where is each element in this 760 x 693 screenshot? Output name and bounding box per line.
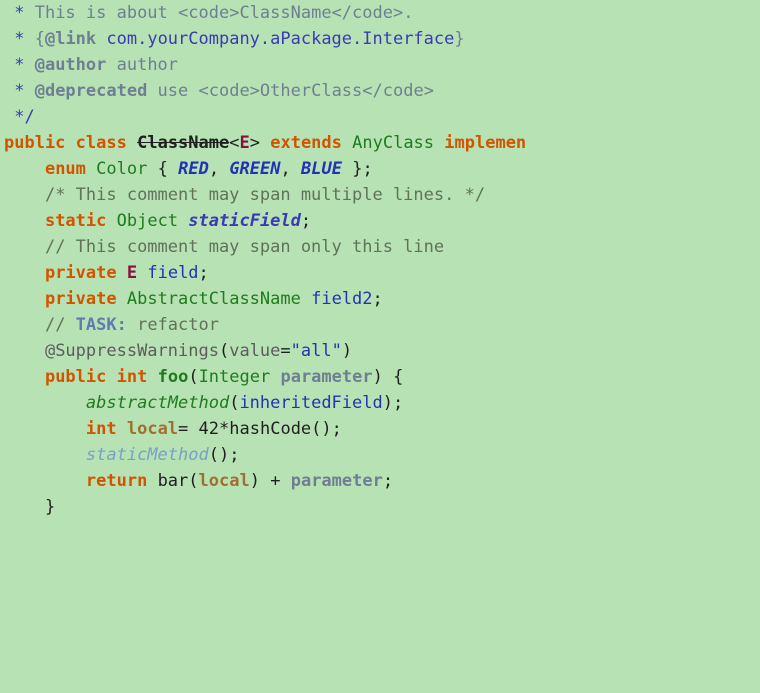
annotation: @SuppressWarnings — [45, 341, 219, 361]
param-type: Integer — [199, 367, 271, 387]
brace-close: } — [45, 497, 55, 517]
task-rest: refactor — [127, 315, 219, 335]
paren-close: ) — [383, 393, 393, 413]
brace-open: { — [393, 367, 403, 387]
brace-open: { — [158, 159, 168, 179]
annotation-key: value — [229, 341, 280, 361]
paren-open: ( — [229, 393, 239, 413]
hashcode-call: hashCode — [229, 419, 311, 439]
enum-const-blue: BLUE — [301, 159, 342, 179]
comma: , — [209, 159, 219, 179]
javadoc-star: * — [4, 107, 24, 127]
kw-int: int — [86, 419, 117, 439]
parens: () — [209, 445, 229, 465]
task-comment-prefix: // — [45, 315, 76, 335]
javadoc-code-close: </code> — [362, 81, 434, 101]
paren-close: ) — [373, 367, 383, 387]
type-object: Object — [117, 211, 178, 231]
superclass: AnyClass — [352, 133, 434, 153]
javadoc-brace: { — [35, 29, 45, 49]
javadoc-deprecated-pre: use — [147, 81, 198, 101]
static-field: staticField — [188, 211, 301, 231]
kw-return: return — [86, 471, 147, 491]
semicolon: ; — [373, 289, 383, 309]
type-param-E: E — [127, 263, 137, 283]
enum-const-red: RED — [178, 159, 209, 179]
return-type: int — [117, 367, 148, 387]
line-comment: // This comment may span only this line — [45, 237, 444, 257]
semicolon: ; — [362, 159, 372, 179]
semicolon: ; — [383, 471, 393, 491]
kw-extends: extends — [270, 133, 342, 153]
block-comment: /* This comment may span multiple lines.… — [45, 185, 485, 205]
class-name-deprecated: ClassName — [137, 133, 229, 153]
javadoc-otherclass: OtherClass — [260, 81, 362, 101]
javadoc-link-target: com.yourCompany.aPackage.Interface — [96, 29, 454, 49]
kw-public: public — [4, 133, 65, 153]
field-name: field2 — [311, 289, 372, 309]
semicolon: ; — [229, 445, 239, 465]
semicolon: ; — [301, 211, 311, 231]
task-tag: TASK: — [76, 315, 127, 335]
plus: + — [270, 471, 280, 491]
javadoc-star: * — [4, 3, 35, 23]
kw-implements: implemen — [444, 133, 526, 153]
static-method-call: staticMethod — [86, 445, 209, 465]
kw-public: public — [45, 367, 106, 387]
type-param: E — [239, 133, 249, 153]
javadoc-code-open: <code> — [199, 81, 260, 101]
kw-class: class — [76, 133, 127, 153]
javadoc-link-tag: @link — [45, 29, 96, 49]
angle-close: > — [250, 133, 260, 153]
javadoc-star: * — [4, 29, 35, 49]
semicolon: ; — [199, 263, 209, 283]
javadoc-text: This is about — [35, 3, 178, 23]
bar-call: bar — [158, 471, 189, 491]
brace-close: } — [352, 159, 362, 179]
param-ref: parameter — [291, 471, 383, 491]
inherited-field: inheritedField — [239, 393, 382, 413]
equals: = — [280, 341, 290, 361]
javadoc-author-tag: @author — [35, 55, 107, 75]
javadoc-brace: } — [454, 29, 464, 49]
paren-close: ) — [250, 471, 260, 491]
javadoc-author: author — [106, 55, 178, 75]
abstract-method-call: abstractMethod — [86, 393, 229, 413]
string-literal: "all" — [291, 341, 342, 361]
abstract-class: AbstractClassName — [127, 289, 301, 309]
number-literal: 42 — [199, 419, 219, 439]
javadoc-code-open: <code> — [178, 3, 239, 23]
param-name: parameter — [280, 367, 372, 387]
paren-open: ( — [188, 367, 198, 387]
field-name: field — [147, 263, 198, 283]
javadoc-classname: ClassName — [239, 3, 331, 23]
semicolon: ; — [332, 419, 342, 439]
local-var: local — [127, 419, 178, 439]
kw-static: static — [45, 211, 106, 231]
comma: , — [281, 159, 291, 179]
method-name: foo — [158, 367, 189, 387]
javadoc-deprecated-tag: @deprecated — [35, 81, 148, 101]
equals: = — [178, 419, 188, 439]
paren-open: ( — [188, 471, 198, 491]
kw-private: private — [45, 263, 117, 283]
javadoc-end: / — [24, 107, 34, 127]
local-var-ref: local — [199, 471, 250, 491]
parens: () — [311, 419, 331, 439]
semicolon: ; — [393, 393, 403, 413]
multiply: * — [219, 419, 229, 439]
javadoc-code-close: </code> — [332, 3, 404, 23]
kw-private: private — [45, 289, 117, 309]
enum-name: Color — [96, 159, 147, 179]
javadoc-dot: . — [403, 3, 413, 23]
javadoc-star: * — [4, 81, 35, 101]
kw-enum: enum — [45, 159, 86, 179]
enum-const-green: GREEN — [229, 159, 280, 179]
javadoc-star: * — [4, 55, 35, 75]
paren-open: ( — [219, 341, 229, 361]
code-editor: * This is about <code>ClassName</code>. … — [0, 0, 760, 520]
angle-open: < — [229, 133, 239, 153]
paren-close: ) — [342, 341, 352, 361]
